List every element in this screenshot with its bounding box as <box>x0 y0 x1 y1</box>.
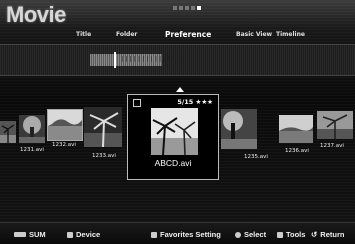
favorites-label: Favorites Setting <box>160 230 221 239</box>
tab-folder[interactable]: Folder <box>116 31 137 38</box>
sum-icon <box>14 232 26 237</box>
thumbnail-label: 1235.avi <box>244 154 268 160</box>
device-button[interactable]: Device <box>67 230 100 239</box>
return-label: Return <box>320 230 345 239</box>
select-icon <box>235 231 241 238</box>
focused-item[interactable]: 5/15 ★★★ ABCD.avi <box>127 94 219 180</box>
footer-bar: SUM Device Favorites Setting Select Tool… <box>0 222 355 244</box>
rating: 5/15 ★★★ <box>177 98 213 106</box>
device-icon <box>67 231 73 238</box>
tree-thumbnail-icon <box>221 109 257 149</box>
thumbnail-item[interactable] <box>279 115 313 143</box>
page-title: Movie <box>6 2 66 27</box>
page-dot <box>179 6 183 10</box>
view-tabs: Title Folder Preference Basic View Timel… <box>0 30 355 43</box>
palm-beach-thumbnail-icon <box>151 108 198 155</box>
focused-file-name: ABCD.avi <box>154 158 192 168</box>
thumbnail-item[interactable] <box>221 109 257 149</box>
green-button-icon <box>151 231 157 238</box>
thumbnail-item[interactable] <box>317 111 353 139</box>
palm-tree-thumbnail-icon <box>0 121 16 143</box>
return-button[interactable]: ↺ Return <box>311 230 344 239</box>
sort-bar[interactable]: ❘❘❘❘❘❘❘❘❘❘❘❘❘❘ <box>0 44 355 76</box>
beach-thumbnail-icon <box>279 115 313 143</box>
tools-label: Tools <box>286 230 306 239</box>
return-icon: ↺ <box>311 230 318 239</box>
thumbnail-label: 1233.avi <box>92 153 116 159</box>
sum-label: SUM <box>29 230 46 239</box>
thumbnail-item[interactable] <box>84 107 122 148</box>
thumbnail-item[interactable] <box>0 121 16 143</box>
page-indicator <box>173 6 201 10</box>
page-dot <box>185 6 189 10</box>
sum-button[interactable]: SUM <box>14 230 46 239</box>
thumbnail-label: 1231.avi <box>20 147 44 153</box>
tools-icon <box>277 231 283 238</box>
palm-tree-thumbnail-icon <box>317 111 353 139</box>
tab-title[interactable]: Title <box>76 31 91 38</box>
thumbnail-label: 1236.avi <box>285 148 309 154</box>
favorites-setting-button[interactable]: Favorites Setting <box>151 230 221 239</box>
thumbnail-item[interactable] <box>47 109 83 141</box>
thumbnail-item[interactable] <box>19 115 45 143</box>
palm-tree-thumbnail-icon <box>84 107 122 148</box>
tab-basic-view[interactable]: Basic View <box>236 31 272 38</box>
tab-timeline[interactable]: Timeline <box>276 31 305 38</box>
tools-button[interactable]: Tools <box>277 230 305 239</box>
tab-preference[interactable]: Preference <box>165 30 211 39</box>
select-label: Select <box>244 230 267 239</box>
sort-marker <box>114 52 116 68</box>
device-label: Device <box>76 230 101 239</box>
thumbnail-label: 1237.avi <box>320 143 344 149</box>
tree-thumbnail-icon <box>19 115 45 143</box>
page-dot-active <box>197 6 201 10</box>
thumbnail-label: 1232.avi <box>52 142 76 148</box>
up-arrow-icon[interactable] <box>176 87 184 92</box>
select-button[interactable]: Select <box>235 230 266 239</box>
checkbox[interactable] <box>133 99 141 107</box>
beach-thumbnail-icon <box>48 110 82 140</box>
sort-label: ❘❘❘❘❘❘❘❘❘❘❘❘❘❘ <box>120 55 180 63</box>
page-dot <box>173 6 177 10</box>
page-dot <box>191 6 195 10</box>
